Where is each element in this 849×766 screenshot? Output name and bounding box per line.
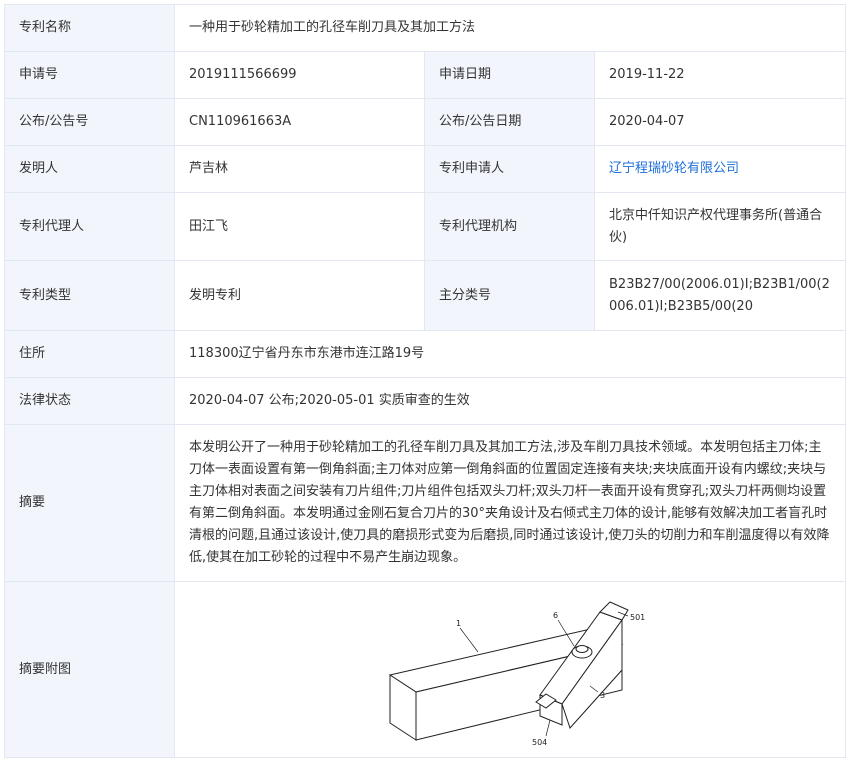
label-application-number: 申请号 <box>4 51 175 99</box>
row-publication: 公布/公告号 CN110961663A 公布/公告日期 2020-04-07 <box>4 98 847 146</box>
row-abstract: 摘要 本发明公开了一种用于砂轮精加工的孔径车削刀具及其加工方法,涉及车削刀具技术… <box>4 424 847 582</box>
value-legal-status: 2020-04-07 公布;2020-05-01 实质审查的生效 <box>173 377 847 425</box>
label-agency: 专利代理机构 <box>424 192 595 261</box>
label-ipc: 主分类号 <box>424 260 595 331</box>
label-patent-name: 专利名称 <box>4 4 175 52</box>
label-inventor: 发明人 <box>4 145 175 193</box>
figure-label-1: 1 <box>456 619 461 628</box>
value-application-number: 2019111566699 <box>174 51 425 99</box>
label-agent: 专利代理人 <box>4 192 175 261</box>
figure-label-501: 501 <box>630 613 645 622</box>
label-patent-type: 专利类型 <box>4 260 175 331</box>
label-abstract: 摘要 <box>4 424 175 582</box>
value-inventor: 芦吉林 <box>174 145 425 193</box>
label-figure: 摘要附图 <box>4 581 175 758</box>
row-patent-name: 专利名称 一种用于砂轮精加工的孔径车削刀具及其加工方法 <box>4 4 847 52</box>
label-publication-number: 公布/公告号 <box>4 98 175 146</box>
label-publication-date: 公布/公告日期 <box>424 98 595 146</box>
figure-label-504: 504 <box>532 738 547 747</box>
abstract-figure-drawing: 1 6 501 3 504 <box>388 600 645 747</box>
value-applicant-cell: 辽宁程瑞砂轮有限公司 <box>593 145 847 193</box>
row-inventor: 发明人 芦吉林 专利申请人 辽宁程瑞砂轮有限公司 <box>4 145 847 193</box>
row-agent: 专利代理人 田江飞 专利代理机构 北京中仟知识产权代理事务所(普通合伙) <box>4 192 847 261</box>
patent-info-table: 专利名称 一种用于砂轮精加工的孔径车削刀具及其加工方法 申请号 20191115… <box>4 4 847 758</box>
value-agency: 北京中仟知识产权代理事务所(普通合伙) <box>593 192 847 261</box>
row-figure: 摘要附图 1 6 501 3 504 <box>4 581 847 758</box>
value-ipc: B23B27/00(2006.01)I;B23B1/00(2006.01)I;B… <box>593 260 847 331</box>
value-abstract: 本发明公开了一种用于砂轮精加工的孔径车削刀具及其加工方法,涉及车削刀具技术领域。… <box>173 424 847 582</box>
row-type: 专利类型 发明专利 主分类号 B23B27/00(2006.01)I;B23B1… <box>4 260 847 331</box>
label-application-date: 申请日期 <box>424 51 595 99</box>
row-address: 住所 118300辽宁省丹东市东港市连江路19号 <box>4 330 847 378</box>
abstract-figure-cell: 1 6 501 3 504 <box>173 581 847 758</box>
screw-top <box>575 644 589 653</box>
leader-504 <box>545 719 551 736</box>
row-application: 申请号 2019111566699 申请日期 2019-11-22 <box>4 51 847 99</box>
value-patent-type: 发明专利 <box>174 260 425 331</box>
label-address: 住所 <box>4 330 175 378</box>
row-legal-status: 法律状态 2020-04-07 公布;2020-05-01 实质审查的生效 <box>4 377 847 425</box>
value-publication-date: 2020-04-07 <box>593 98 847 146</box>
leader-1 <box>459 627 479 652</box>
value-agent: 田江飞 <box>174 192 425 261</box>
figure-label-3: 3 <box>600 691 605 700</box>
value-application-date: 2019-11-22 <box>593 51 847 99</box>
figure-label-6: 6 <box>553 611 558 620</box>
value-publication-number: CN110961663A <box>174 98 425 146</box>
value-address: 118300辽宁省丹东市东港市连江路19号 <box>173 330 847 378</box>
value-patent-name: 一种用于砂轮精加工的孔径车削刀具及其加工方法 <box>173 4 847 52</box>
applicant-link[interactable]: 辽宁程瑞砂轮有限公司 <box>609 161 739 176</box>
label-applicant: 专利申请人 <box>424 145 595 193</box>
label-legal-status: 法律状态 <box>4 377 175 425</box>
